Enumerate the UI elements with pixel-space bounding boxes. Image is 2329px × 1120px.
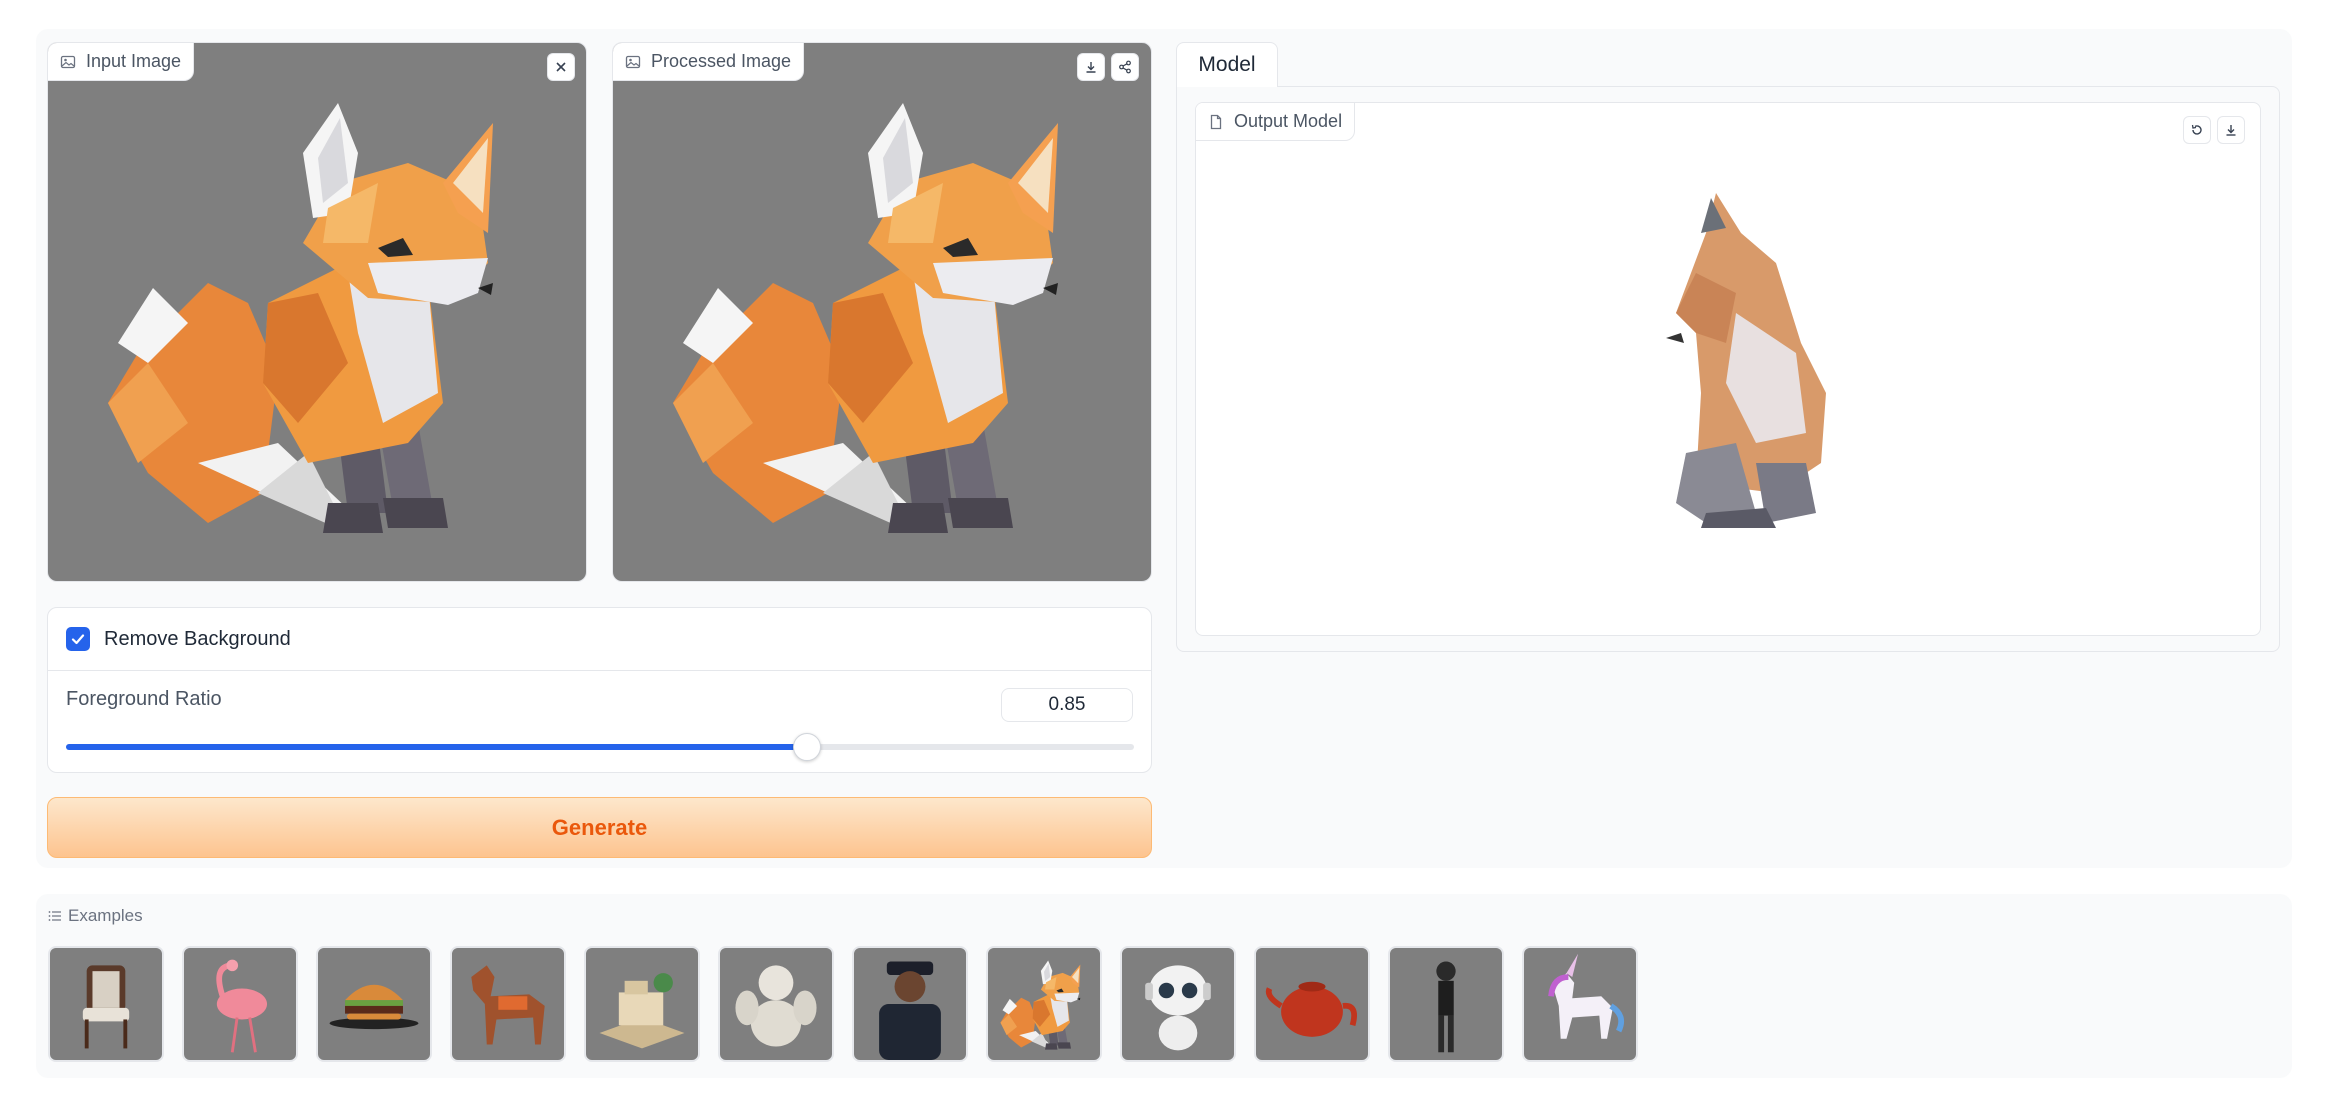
check-icon	[71, 634, 85, 645]
remove-background-checkbox[interactable]	[66, 627, 90, 651]
remove-background-label: Remove Background	[104, 627, 291, 650]
example-unicorn[interactable]	[1522, 946, 1638, 1062]
clear-image-button[interactable]	[547, 53, 575, 81]
foreground-ratio-slider[interactable]	[66, 733, 1134, 761]
examples-panel: Examples	[36, 894, 2292, 1078]
share-image-button[interactable]	[1111, 53, 1139, 81]
fox-input-image	[108, 103, 493, 533]
example-cherub-statue[interactable]	[718, 946, 834, 1062]
remove-background-row[interactable]: Remove Background	[48, 608, 1151, 671]
input-image-label-text: Input Image	[86, 51, 182, 71]
slider-thumb[interactable]	[793, 733, 822, 761]
image-icon	[60, 55, 76, 68]
output-model-viewer[interactable]: Output Model	[1195, 102, 2261, 636]
processed-image-panel: Processed Image	[612, 42, 1152, 582]
example-police-officer[interactable]	[852, 946, 968, 1062]
download-icon	[2226, 125, 2236, 136]
processed-image-label: Processed Image	[613, 43, 805, 81]
example-house-diorama[interactable]	[584, 946, 700, 1062]
input-image-panel[interactable]: Input Image	[47, 42, 587, 582]
list-icon	[48, 911, 61, 921]
settings-panel: Remove Background Foreground Ratio 0.85	[47, 607, 1152, 773]
reset-view-button[interactable]	[2183, 116, 2211, 144]
tab-model[interactable]: Model	[1176, 42, 1278, 87]
share-icon	[1119, 60, 1131, 74]
example-fox[interactable]	[986, 946, 1102, 1062]
examples-label: Examples	[68, 906, 143, 925]
undo-icon	[2191, 124, 2202, 135]
examples-gallery	[48, 946, 1638, 1062]
example-hamburger[interactable]	[316, 946, 432, 1062]
foreground-ratio-label: Foreground Ratio	[66, 688, 222, 710]
output-model-label-text: Output Model	[1234, 111, 1343, 131]
foreground-ratio-input[interactable]: 0.85	[1001, 688, 1133, 722]
example-horse[interactable]	[450, 946, 566, 1062]
input-image-label: Input Image	[48, 43, 195, 81]
fox-processed-image	[673, 103, 1058, 533]
fox-3d-model	[1666, 193, 1826, 528]
download-image-button[interactable]	[1077, 53, 1105, 81]
examples-header: Examples	[48, 906, 143, 926]
output-model-label: Output Model	[1196, 103, 1356, 141]
processed-image-label-text: Processed Image	[651, 51, 792, 71]
download-model-button[interactable]	[2217, 116, 2245, 144]
image-icon	[625, 55, 641, 68]
generate-button[interactable]: Generate	[47, 797, 1152, 858]
close-icon	[556, 62, 566, 72]
slider-fill	[66, 744, 808, 750]
download-icon	[1086, 62, 1096, 73]
example-robot[interactable]	[1120, 946, 1236, 1062]
example-catwoman-figure[interactable]	[1388, 946, 1504, 1062]
example-teapot[interactable]	[1254, 946, 1370, 1062]
example-chair[interactable]	[48, 946, 164, 1062]
example-flamingo[interactable]	[182, 946, 298, 1062]
file-icon	[1210, 114, 1222, 129]
